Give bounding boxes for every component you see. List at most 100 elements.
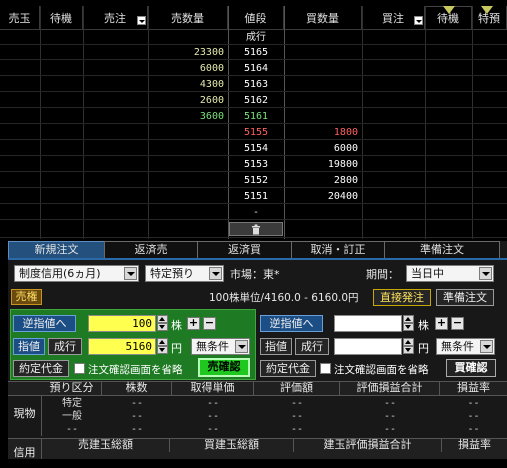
price-cell[interactable]: 5154 <box>228 141 284 156</box>
sell-skip-confirm-checkbox[interactable] <box>74 363 85 374</box>
buy-confirm-button[interactable]: 買確認 <box>446 359 496 377</box>
tab-repay-buy[interactable]: 返済買 <box>197 241 292 258</box>
sell-qty-cell[interactable]: 6000 <box>148 61 224 76</box>
positions-cell-shares: -- <box>130 411 144 422</box>
buy-qty-cell[interactable]: 2800 <box>284 173 358 188</box>
credit-header-pl-total: 建玉評価損益合計 <box>294 438 442 452</box>
tab-underline <box>8 258 507 260</box>
sell-market-button[interactable]: 成行 <box>48 338 82 355</box>
sell-qty-cell[interactable]: 3600 <box>148 109 224 124</box>
trash-button[interactable] <box>229 222 283 236</box>
buy-price-spinner[interactable] <box>403 338 414 355</box>
price-cell[interactable]: 5155 <box>228 125 284 140</box>
price-cell[interactable]: 5153 <box>228 157 284 172</box>
buy-qty-spinner[interactable] <box>403 315 414 332</box>
positions-cell-shares: -- <box>130 398 144 409</box>
direct-order-button[interactable]: 直接発注 <box>373 289 431 306</box>
sell-price-unit: 円 <box>171 342 182 355</box>
spin-up-icon[interactable] <box>157 338 168 346</box>
spin-up-icon[interactable] <box>403 338 414 346</box>
sell-order-dropdown-icon[interactable] <box>137 16 146 25</box>
buy-qty-minus-button[interactable]: − <box>451 317 464 330</box>
period-label: 期間： <box>366 268 399 281</box>
spin-up-icon[interactable] <box>157 315 168 323</box>
price-cell[interactable]: 5163 <box>228 77 284 92</box>
sell-qty-unit: 株 <box>171 319 182 332</box>
sell-qty-cell[interactable] <box>148 189 224 204</box>
order-board: 売玉 待機 売注 売数量 値段 買数量 買注 待機 特預 成行 23300 516… <box>0 0 507 240</box>
spin-down-icon[interactable] <box>403 323 414 331</box>
buy-contract-amount-button[interactable]: 約定代金 <box>260 360 316 377</box>
buy-qty-cell[interactable] <box>284 93 358 108</box>
buy-skip-confirm-checkbox[interactable] <box>320 363 331 374</box>
buy-qty-cell[interactable]: 19800 <box>284 157 358 172</box>
sort-arrow-icon[interactable] <box>443 6 455 15</box>
spin-up-icon[interactable] <box>403 315 414 323</box>
sell-price-input[interactable]: 5160 <box>88 338 156 355</box>
header-sell-order[interactable]: 売注 <box>83 6 148 30</box>
header-buy-order[interactable]: 買注 <box>362 6 425 30</box>
sell-qty-plus-button[interactable]: + <box>187 317 200 330</box>
positions-header-pl: 評価損益合計 <box>340 381 440 395</box>
tab-repay-sell[interactable]: 返済売 <box>104 241 198 258</box>
nari-label[interactable]: 成行 <box>228 30 284 45</box>
spin-down-icon[interactable] <box>157 323 168 331</box>
price-cell[interactable]: 5151 <box>228 189 284 204</box>
buy-qty-input[interactable] <box>334 315 402 332</box>
buy-qty-cell[interactable] <box>284 77 358 92</box>
tab-cancel-modify[interactable]: 取消・訂正 <box>291 241 385 258</box>
spin-down-icon[interactable] <box>157 346 168 354</box>
period-select[interactable]: 当日中 <box>406 265 494 282</box>
buy-price-input[interactable] <box>334 338 402 355</box>
credit-header-rate: 損益率 <box>458 438 491 451</box>
buy-order-dropdown-icon[interactable] <box>414 16 423 25</box>
price-cell[interactable]: 5164 <box>228 61 284 76</box>
sell-stop-order-button[interactable]: 逆指値へ <box>13 315 76 332</box>
buy-market-button[interactable]: 成行 <box>295 338 329 355</box>
buy-qty-plus-button[interactable]: + <box>435 317 448 330</box>
sell-qty-spinner[interactable] <box>157 315 168 332</box>
buy-limit-button[interactable]: 指値 <box>260 338 292 355</box>
sell-qty-minus-button[interactable]: − <box>203 317 216 330</box>
sell-mode-badge[interactable]: 売権 <box>11 289 42 305</box>
tab-prep-order[interactable]: 準備注文 <box>384 241 500 258</box>
buy-qty-cell[interactable]: 1800 <box>284 125 358 140</box>
sell-price-spinner[interactable] <box>157 338 168 355</box>
sort-arrow-icon-2[interactable] <box>481 6 493 15</box>
price-cell[interactable]: 5162 <box>228 93 284 108</box>
sell-limit-button[interactable]: 指値 <box>13 338 45 355</box>
credit-label: 信用 <box>8 438 42 459</box>
sell-qty-cell[interactable] <box>148 173 224 188</box>
prep-order-button[interactable]: 準備注文 <box>436 289 494 306</box>
buy-condition-select[interactable]: 無条件 <box>436 338 495 355</box>
positions-cell-value: -- <box>290 398 304 409</box>
sell-qty-input[interactable]: 100 <box>88 315 156 332</box>
price-cell[interactable]: 5165 <box>228 45 284 60</box>
sell-qty-cell[interactable]: 2600 <box>148 93 224 108</box>
chevron-down-icon <box>479 267 492 280</box>
buy-qty-cell[interactable] <box>284 109 358 124</box>
margin-type-select[interactable]: 制度信用(6ヵ月) <box>14 265 139 282</box>
buy-qty-cell[interactable] <box>284 61 358 76</box>
sell-qty-cell[interactable] <box>148 141 224 156</box>
price-cell[interactable]: 5161 <box>228 109 284 124</box>
spin-down-icon[interactable] <box>403 346 414 354</box>
sell-confirm-button[interactable]: 売確認 <box>198 358 250 377</box>
positions-cell-value: -- <box>290 411 304 422</box>
tab-new-order[interactable]: 新規注文 <box>8 241 105 258</box>
sell-qty-cell[interactable]: 4300 <box>148 77 224 92</box>
positions-cell-rate: -- <box>467 398 480 409</box>
buy-stop-order-button[interactable]: 逆指値へ <box>260 315 323 332</box>
positions-cell-kubun: 一般 <box>62 411 82 422</box>
buy-qty-cell[interactable]: 6000 <box>284 141 358 156</box>
sell-contract-amount-button[interactable]: 約定代金 <box>13 360 69 377</box>
sell-condition-select[interactable]: 無条件 <box>191 338 250 355</box>
positions-row-label: 現物 <box>8 396 42 436</box>
sell-qty-cell[interactable] <box>148 125 224 140</box>
buy-qty-cell[interactable]: 20400 <box>284 189 358 204</box>
buy-qty-cell[interactable] <box>284 45 358 60</box>
price-cell[interactable]: 5152 <box>228 173 284 188</box>
sell-qty-cell[interactable] <box>148 157 224 172</box>
account-type-select[interactable]: 特定預り <box>145 265 224 282</box>
sell-qty-cell[interactable]: 23300 <box>148 45 224 60</box>
